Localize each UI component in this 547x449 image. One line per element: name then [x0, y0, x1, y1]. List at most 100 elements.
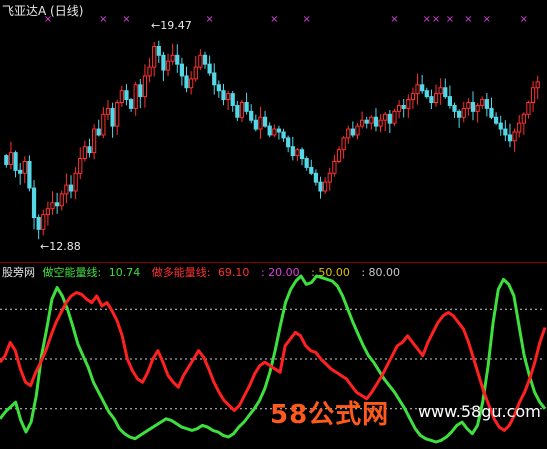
- candle-body: [336, 149, 342, 162]
- candle-body: [359, 119, 365, 127]
- level-20-label: : 20.00: [260, 266, 300, 279]
- high-price-label: ←19.47: [151, 19, 192, 32]
- candle-body: [124, 90, 129, 101]
- candle-body: [27, 161, 32, 189]
- signal-marker: ×: [423, 14, 431, 25]
- short-energy-legend: 做空能量线: 10.74: [43, 266, 145, 279]
- candle-body: [161, 54, 166, 71]
- signal-marker: ×: [520, 14, 528, 25]
- candle-body: [507, 134, 513, 142]
- candle-body: [420, 84, 425, 92]
- candle-body: [115, 102, 120, 127]
- candle-body: [299, 149, 305, 160]
- candle-body: [346, 128, 351, 139]
- candle-body: [503, 128, 508, 136]
- candle-body: [396, 104, 402, 112]
- candle-body: [193, 66, 198, 80]
- candle-body: [41, 214, 46, 230]
- candle-body: [253, 119, 258, 130]
- candle-body: [68, 184, 74, 192]
- candle-body: [355, 125, 360, 136]
- candle-body: [262, 116, 268, 127]
- signal-marker: ×: [464, 14, 472, 25]
- candle-body: [295, 149, 300, 157]
- candle-body: [31, 187, 37, 219]
- candle-body: [175, 54, 180, 65]
- candle-body: [517, 122, 522, 133]
- signal-marker: ×: [122, 14, 130, 25]
- candle-body: [323, 181, 328, 192]
- candle-body: [179, 63, 185, 77]
- candle-body: [267, 125, 272, 136]
- candle-body: [244, 102, 249, 112]
- candle-body: [225, 93, 231, 101]
- candle-body: [452, 104, 457, 112]
- candle-body: [526, 102, 531, 115]
- candle-body: [170, 54, 175, 62]
- short-energy-label: 做空能量线:: [42, 266, 102, 279]
- candle-body: [184, 75, 189, 89]
- candle-body: [290, 146, 295, 157]
- candle-body: [304, 158, 309, 168]
- candle-body: [142, 75, 148, 98]
- candle-body: [59, 193, 64, 207]
- candle-body: [475, 104, 480, 112]
- candle-body: [373, 116, 379, 127]
- candle-body: [96, 128, 101, 136]
- level-50-value: 50.00: [318, 266, 350, 279]
- candle-body: [387, 113, 392, 124]
- arrow-left-icon: ←: [40, 240, 50, 253]
- candle-body: [165, 60, 171, 71]
- candle-body: [415, 84, 420, 95]
- candle-body: [258, 116, 263, 130]
- candle-body: [216, 84, 221, 92]
- candle-body: [198, 54, 203, 68]
- signal-marker: ×: [432, 14, 440, 25]
- candlestick-panel[interactable]: × × × × × × × × × × × × ×: [0, 0, 547, 262]
- candle-body: [156, 45, 161, 56]
- candle-body: [383, 113, 388, 121]
- candle-body: [438, 87, 443, 95]
- low-price-label: ←12.88: [40, 240, 81, 253]
- candle-body: [272, 128, 277, 136]
- candle-body: [8, 152, 14, 165]
- candle-body: [239, 102, 245, 118]
- candle-body: [138, 84, 143, 98]
- candle-body: [55, 202, 60, 207]
- period-label: (日线): [50, 4, 84, 18]
- candlestick-chart: × × × × × × × × × × × × ×: [4, 14, 540, 240]
- candle-body: [429, 96, 434, 103]
- arrow-left-icon: ←: [151, 19, 161, 32]
- indicator-name: 股旁网: [2, 266, 35, 279]
- signal-marker: ×: [270, 14, 278, 25]
- candle-body: [484, 99, 489, 109]
- stock-title: 飞亚达A (日线): [2, 2, 83, 19]
- candle-body: [147, 66, 152, 77]
- candle-body: [535, 81, 540, 89]
- candle-body: [461, 107, 466, 118]
- candle-body: [128, 99, 134, 109]
- candle-body: [87, 146, 92, 154]
- low-price-value: 12.88: [49, 240, 81, 253]
- candle-body: [457, 110, 462, 118]
- candle-body: [212, 72, 217, 86]
- candle-body: [521, 113, 526, 124]
- stock-name: 飞亚达A: [2, 4, 47, 18]
- candle-body: [82, 146, 87, 160]
- candle-body: [235, 104, 240, 118]
- watermark-url: www.58gu.com: [418, 402, 541, 421]
- candle-body: [378, 119, 383, 127]
- high-price-value: 19.47: [160, 19, 192, 32]
- candle-body: [207, 63, 212, 74]
- candle-body: [36, 217, 41, 230]
- candle-body: [18, 169, 23, 174]
- candle-body: [249, 110, 254, 121]
- level-80-value: 80.00: [368, 266, 401, 279]
- candle-body: [364, 119, 369, 124]
- candle-body: [530, 87, 536, 103]
- candle-body: [281, 131, 286, 139]
- candle-body: [50, 202, 55, 210]
- signal-marker: ×: [483, 14, 491, 25]
- candle-body: [189, 78, 194, 89]
- candle-body: [443, 87, 448, 98]
